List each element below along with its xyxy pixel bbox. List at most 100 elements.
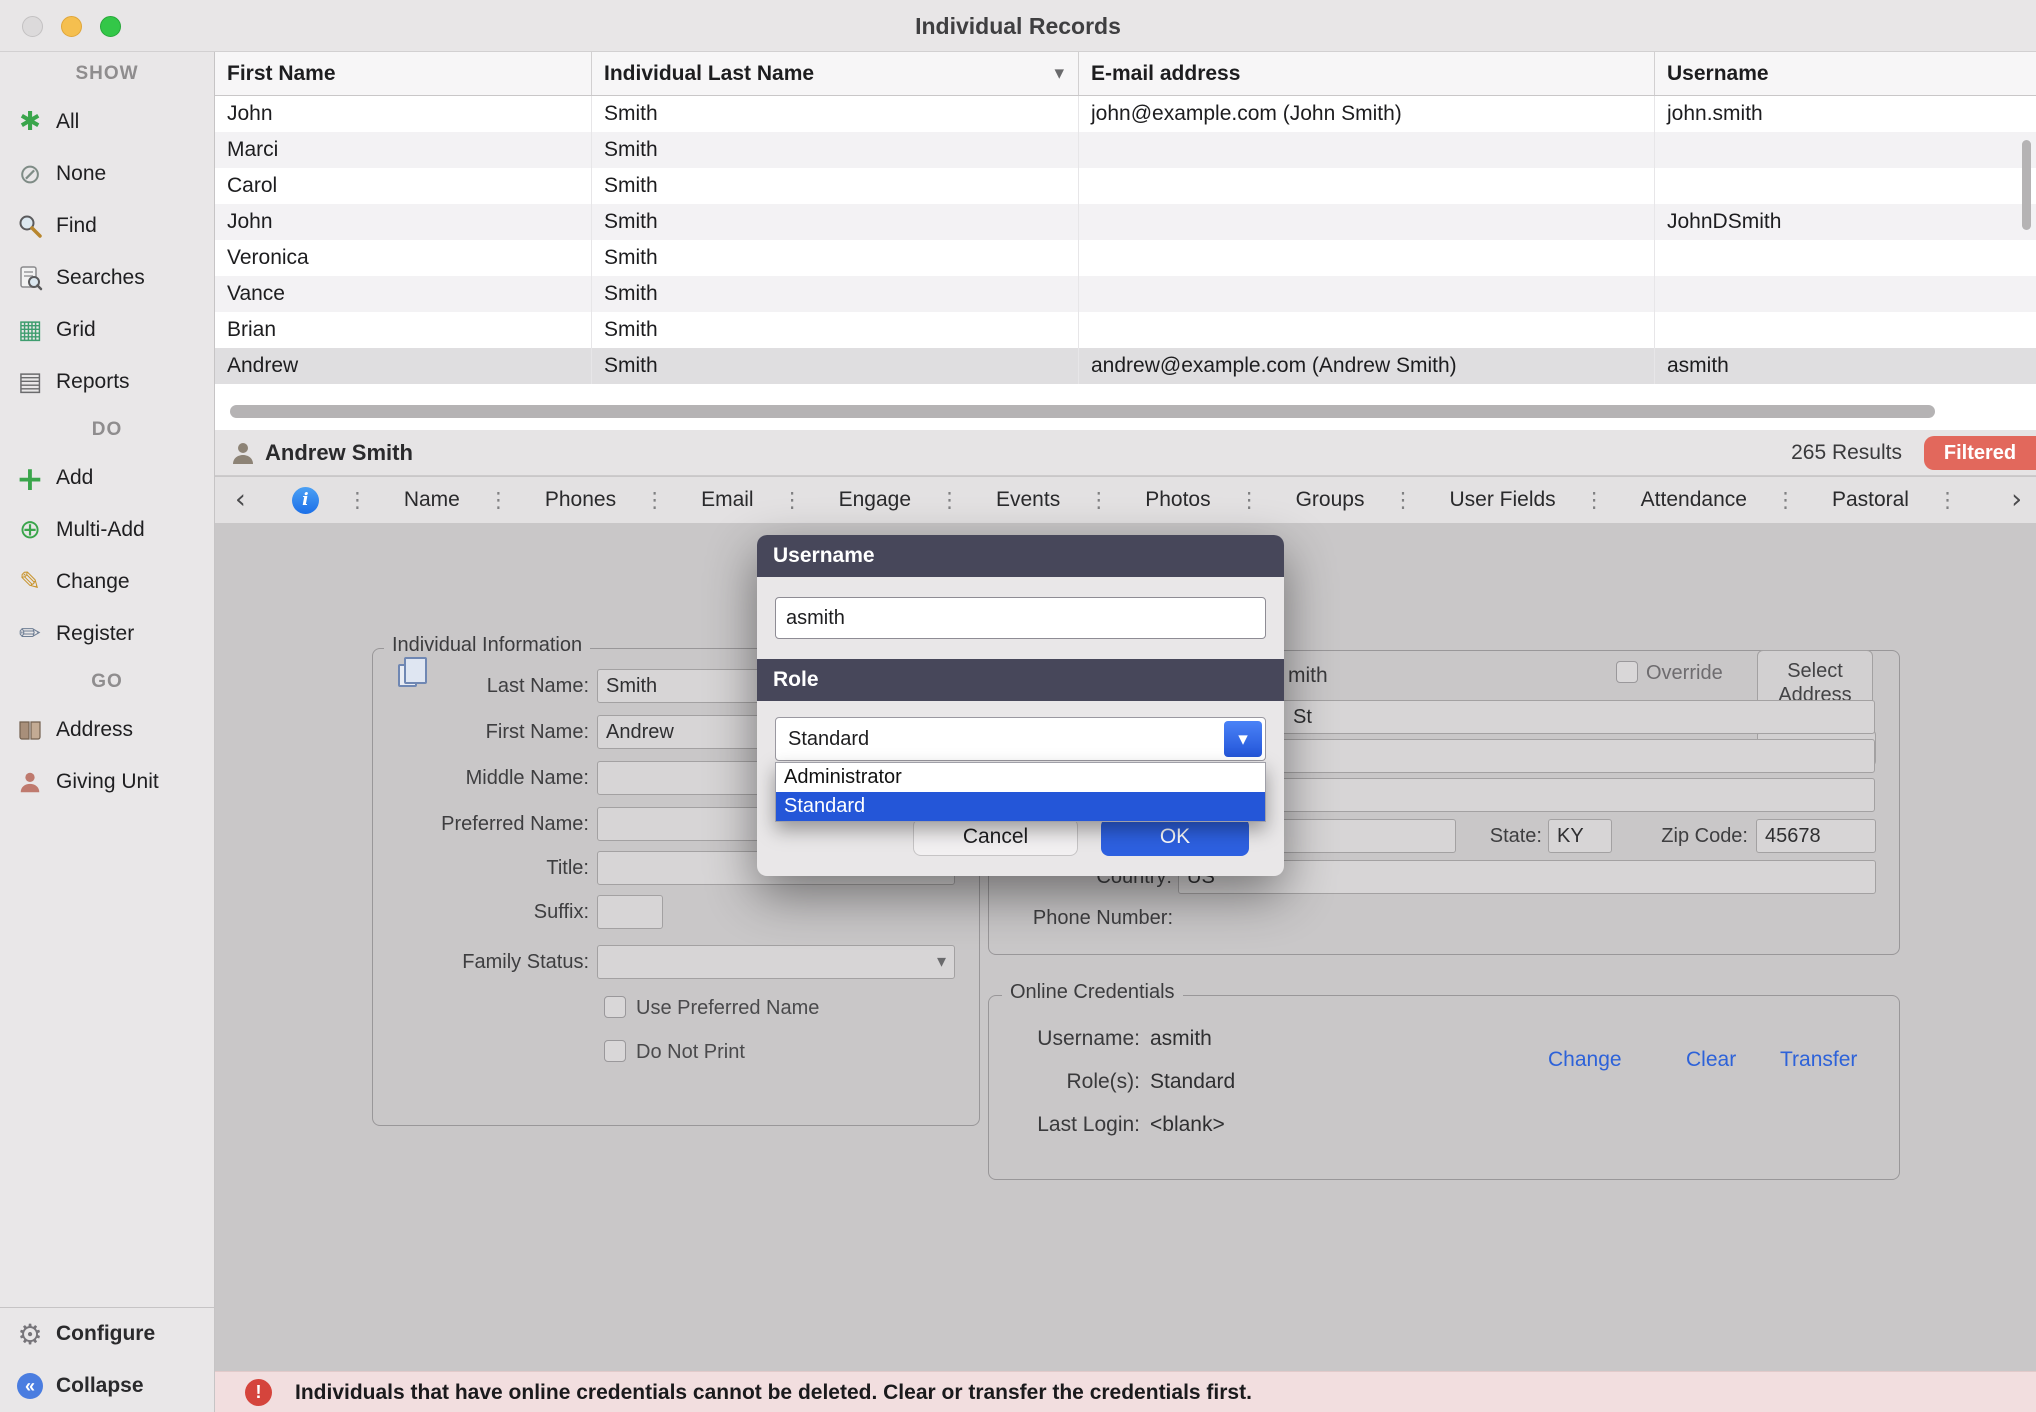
sidebar-item-find[interactable]: Find (0, 200, 214, 252)
cell-email (1079, 240, 1655, 276)
tab-name[interactable]: Name⋮ (404, 488, 509, 512)
table-row[interactable]: Brian Smith (215, 312, 2036, 348)
username-input[interactable] (775, 597, 1266, 639)
tab-label: Email (701, 488, 754, 512)
tab-email[interactable]: Email ⋮ (701, 488, 803, 512)
table-row[interactable]: Marci Smith (215, 132, 2036, 168)
clear-credentials-link[interactable]: Clear (1686, 1045, 1736, 1075)
sidebar-item-register[interactable]: ✏ Register (0, 608, 214, 660)
sidebar-item-multi-add[interactable]: ⊕ Multi-Add (0, 504, 214, 556)
tab-menu-icon[interactable]: ⋮ (1239, 488, 1260, 512)
configure-button[interactable]: ⚙ Configure (0, 1308, 214, 1360)
title-bar: Individual Records (0, 0, 2036, 52)
tab-attendance[interactable]: Attendance ⋮ (1641, 488, 1796, 512)
table-row[interactable]: Vance Smith (215, 276, 2036, 312)
tab-menu-icon[interactable]: ⋮ (488, 488, 509, 512)
column-header-username[interactable]: Username (1655, 52, 2036, 95)
role-select-button[interactable]: ▾ (1224, 721, 1262, 757)
tab-menu-icon[interactable]: ⋮ (782, 488, 803, 512)
state-label: State: (1466, 819, 1542, 853)
chevron-left-icon[interactable]: ‹ (229, 478, 252, 522)
tab-events[interactable]: Events⋮ (996, 488, 1109, 512)
tab-menu-icon[interactable]: ⋮ (1775, 488, 1796, 512)
state-input[interactable]: KY (1548, 819, 1612, 853)
chevron-down-icon[interactable]: ▾ (1054, 52, 1064, 95)
middle-name-label: Middle Name: (374, 761, 589, 795)
role-option-administrator[interactable]: Administrator (776, 763, 1265, 792)
sidebar-item-searches[interactable]: Searches (0, 252, 214, 304)
ok-button[interactable]: OK (1101, 818, 1249, 856)
tab-pastoral[interactable]: Pastoral ⋮ (1832, 488, 1958, 512)
tab-menu-icon[interactable]: ⋮ (1584, 488, 1605, 512)
credentials-dialog: Username Role Standard ▾ Administrator S… (757, 535, 1284, 876)
column-header-first-name[interactable]: First Name (215, 52, 592, 95)
zip-code-label: Zip Code: (1618, 819, 1748, 853)
document-search-icon (12, 262, 48, 294)
collapse-button[interactable]: « Collapse (0, 1360, 214, 1412)
vertical-scrollbar[interactable] (2022, 140, 2031, 230)
role-option-standard[interactable]: Standard (776, 792, 1265, 821)
sidebar-item-label: Change (56, 570, 130, 594)
sidebar-footer: ⚙ Configure « Collapse (0, 1307, 214, 1412)
sidebar-item-grid[interactable]: ▦ Grid (0, 304, 214, 356)
column-header-label: Individual Last Name (604, 62, 814, 85)
horizontal-scrollbar[interactable] (230, 405, 1935, 418)
sidebar-item-reports[interactable]: ▤ Reports (0, 356, 214, 408)
role-select[interactable]: Standard ▾ (775, 717, 1266, 761)
tab-photos[interactable]: Photos⋮ (1145, 488, 1259, 512)
suffix-input[interactable] (597, 895, 663, 929)
column-header-email[interactable]: E-mail address (1079, 52, 1655, 95)
zip-code-input[interactable]: 45678 (1756, 819, 1876, 853)
use-preferred-name-checkbox[interactable] (604, 996, 626, 1018)
cell-first-name: Vance (215, 276, 592, 312)
results-count: 265 Results (1791, 430, 1902, 476)
sidebar-item-giving-unit[interactable]: Giving Unit (0, 756, 214, 808)
username-dialog-header: Username (757, 535, 1284, 577)
tab-user-fields[interactable]: User Fields⋮ (1449, 488, 1604, 512)
minimize-button[interactable] (61, 16, 82, 37)
table-row[interactable]: John Smith john@example.com (John Smith)… (215, 96, 2036, 132)
cell-username: JohnDSmith (1655, 204, 2036, 240)
table-header-row: First Name Individual Last Name ▾ E-mail… (215, 52, 2036, 96)
tab-label: Attendance (1641, 488, 1747, 512)
tab-phones[interactable]: Phones⋮ (545, 488, 665, 512)
table-row[interactable]: John Smith JohnDSmith (215, 204, 2036, 240)
tab-groups[interactable]: Groups⋮ (1296, 488, 1414, 512)
override-checkbox[interactable] (1616, 661, 1638, 683)
cell-first-name: Veronica (215, 240, 592, 276)
info-icon[interactable]: i (292, 487, 319, 514)
column-header-last-name[interactable]: Individual Last Name ▾ (592, 52, 1079, 95)
family-status-select[interactable]: ▾ (597, 945, 955, 979)
tab-menu-icon[interactable]: ⋮ (347, 488, 368, 512)
tab-menu-icon[interactable]: ⋮ (1937, 488, 1958, 512)
change-credentials-link[interactable]: Change (1548, 1045, 1622, 1075)
tab-menu-icon[interactable]: ⋮ (1088, 488, 1109, 512)
role-select-value: Standard (776, 718, 1265, 760)
chevron-right-icon[interactable]: › (2005, 478, 2028, 522)
close-button[interactable] (22, 16, 43, 37)
do-not-print-checkbox[interactable] (604, 1040, 626, 1062)
first-name-label: First Name: (374, 715, 589, 749)
tab-engage[interactable]: Engage⋮ (839, 488, 960, 512)
sidebar-item-all[interactable]: ✱ All (0, 96, 214, 148)
sidebar-item-add[interactable]: + Add (0, 452, 214, 504)
sidebar-item-address[interactable]: Address (0, 704, 214, 756)
sidebar-item-none[interactable]: ⊘ None (0, 148, 214, 200)
tab-menu-icon[interactable]: ⋮ (1392, 488, 1413, 512)
tab-menu-icon[interactable]: ⋮ (939, 488, 960, 512)
table-row[interactable]: Carol Smith (215, 168, 2036, 204)
table-row[interactable]: Veronica Smith (215, 240, 2036, 276)
cell-username (1655, 168, 2036, 204)
tab-label: Pastoral (1832, 488, 1909, 512)
sidebar-item-change[interactable]: ✎ Change (0, 556, 214, 608)
grid-icon: ▦ (12, 314, 48, 346)
zoom-button[interactable] (100, 16, 121, 37)
filtered-badge[interactable]: Filtered (1924, 436, 2036, 470)
transfer-credentials-link[interactable]: Transfer (1780, 1045, 1857, 1075)
tab-menu-icon[interactable]: ⋮ (644, 488, 665, 512)
cell-first-name: Andrew (215, 348, 592, 384)
table-row-selected[interactable]: Andrew Smith andrew@example.com (Andrew … (215, 348, 2036, 384)
cancel-button[interactable]: Cancel (913, 818, 1078, 856)
sidebar-item-label: None (56, 162, 106, 186)
cell-username (1655, 276, 2036, 312)
